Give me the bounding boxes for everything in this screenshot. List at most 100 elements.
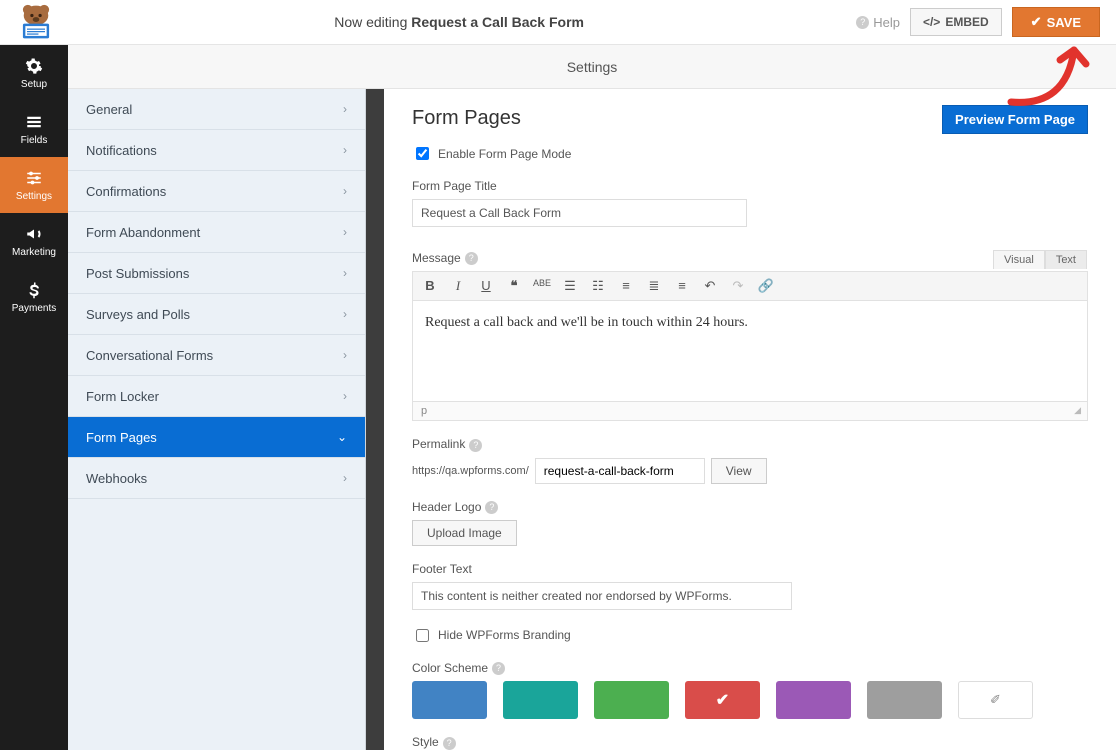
help-icon: ? [856, 16, 869, 29]
permalink-slug-input[interactable] [535, 458, 705, 484]
undo-icon[interactable]: ↶ [701, 278, 719, 294]
help-tooltip-icon[interactable]: ? [443, 737, 456, 750]
editor-tab-text[interactable]: Text [1045, 250, 1087, 269]
help-tooltip-icon[interactable]: ? [465, 252, 478, 265]
editor-tab-visual[interactable]: Visual [993, 250, 1045, 269]
settings-item-webhooks[interactable]: Webhooks › [68, 458, 365, 499]
color-swatch-red[interactable]: ✔ [685, 681, 760, 719]
gear-icon [25, 57, 43, 75]
s-label: Conversational Forms [86, 348, 213, 363]
settings-item-conversational[interactable]: Conversational Forms › [68, 335, 365, 376]
s-label: Notifications [86, 143, 157, 158]
color-scheme-label: Color Scheme? [412, 661, 1088, 675]
message-label: Message? [412, 251, 1088, 265]
save-button[interactable]: ✔ SAVE [1012, 7, 1100, 37]
color-swatches: ✔ ✐ [412, 681, 1088, 719]
style-label: Style? [412, 735, 1088, 749]
nav-marketing-label: Marketing [12, 247, 56, 258]
nav-payments-label: Payments [12, 303, 56, 314]
hide-branding-checkbox[interactable] [416, 629, 429, 642]
editor-status-bar: p ◢ [413, 401, 1087, 420]
settings-item-form-pages[interactable]: Form Pages ⌄ [68, 417, 365, 458]
embed-button[interactable]: </> EMBED [910, 8, 1002, 36]
s-label: General [86, 102, 132, 117]
help-link[interactable]: ? Help [852, 15, 900, 30]
bullet-list-icon[interactable]: ☰ [561, 278, 579, 294]
help-tooltip-icon[interactable]: ? [469, 439, 482, 452]
redo-icon[interactable]: ↷ [729, 278, 747, 294]
nav-marketing[interactable]: Marketing [0, 213, 68, 269]
color-swatch-custom[interactable]: ✐ [958, 681, 1033, 719]
settings-item-surveys-polls[interactable]: Surveys and Polls› [68, 294, 365, 335]
chevron-right-icon: › [343, 348, 347, 362]
preview-form-page-button[interactable]: Preview Form Page [942, 105, 1088, 134]
quote-icon[interactable]: ❝ [505, 278, 523, 294]
color-swatch-teal[interactable] [503, 681, 578, 719]
strike-icon[interactable]: ABE [533, 278, 551, 294]
chevron-down-icon: ⌄ [337, 430, 347, 444]
number-list-icon[interactable]: ☷ [589, 278, 607, 294]
help-tooltip-icon[interactable]: ? [485, 501, 498, 514]
permalink-label: Permalink? [412, 437, 1088, 451]
link-icon[interactable]: 🔗 [757, 278, 775, 294]
resize-handle-icon[interactable]: ◢ [1074, 405, 1079, 417]
check-icon: ✔ [1031, 14, 1042, 30]
enable-form-page-label: Enable Form Page Mode [438, 147, 571, 161]
upload-image-button[interactable]: Upload Image [412, 520, 517, 546]
align-center-icon[interactable]: ≣ [645, 278, 663, 294]
settings-item-form-locker[interactable]: Form Locker › [68, 376, 365, 417]
chevron-right-icon: › [343, 143, 347, 157]
form-page-title-label: Form Page Title [412, 179, 1088, 193]
message-textarea[interactable]: Request a call back and we'll be in touc… [413, 301, 1087, 401]
dollar-icon [25, 281, 43, 299]
nav-setup[interactable]: Setup [0, 45, 68, 101]
s-label: Webhooks [86, 471, 147, 486]
form-page-title-input[interactable] [412, 199, 747, 227]
bullhorn-icon [25, 225, 43, 243]
bold-icon[interactable]: B [421, 278, 439, 294]
view-button[interactable]: View [711, 458, 767, 484]
left-nav: Setup Fields Settings Marketing Payments [0, 45, 68, 750]
chevron-right-icon: › [343, 102, 347, 116]
color-swatch-purple[interactable] [776, 681, 851, 719]
underline-icon[interactable]: U [477, 278, 495, 294]
now-editing-text: Now editing [334, 14, 407, 30]
help-label: Help [873, 15, 900, 30]
nav-fields-label: Fields [21, 135, 48, 146]
settings-item-general[interactable]: General › [68, 89, 365, 130]
footer-text-input[interactable] [412, 582, 792, 610]
s-label: Form Locker [86, 389, 159, 404]
enable-form-page-checkbox[interactable] [416, 147, 429, 160]
list-icon [25, 113, 43, 131]
color-swatch-blue[interactable] [412, 681, 487, 719]
form-area: Preview Form Page Form Pages Enable Form… [384, 89, 1116, 750]
editor-toolbar: B I U ❝ ABE ☰ ☷ ≡ ≣ ≡ ↶ ↷ 🔗 [413, 272, 1087, 301]
embed-label: EMBED [945, 15, 988, 29]
settings-item-form-abandonment[interactable]: Form Abandonment › [68, 212, 365, 253]
chevron-right-icon: › [343, 225, 347, 239]
settings-item-confirmations[interactable]: Confirmations› [68, 171, 365, 212]
italic-icon[interactable]: I [449, 278, 467, 294]
permalink-base: https://qa.wpforms.com/ [412, 465, 529, 477]
help-tooltip-icon[interactable]: ? [492, 662, 505, 675]
code-icon: </> [923, 15, 940, 29]
nav-settings[interactable]: Settings [0, 157, 68, 213]
s-label: Form Abandonment [86, 225, 200, 240]
s-label: Form Pages [86, 430, 157, 445]
color-swatch-green[interactable] [594, 681, 669, 719]
s-label: Surveys and Polls [86, 307, 190, 322]
nav-fields[interactable]: Fields [0, 101, 68, 157]
nav-setup-label: Setup [21, 79, 47, 90]
settings-item-notifications[interactable]: Notifications › [68, 130, 365, 171]
nav-payments[interactable]: Payments [0, 269, 68, 325]
topbar: Now editing Request a Call Back Form ? H… [0, 0, 1116, 45]
header-logo-label: Header Logo? [412, 500, 1088, 514]
chevron-right-icon: › [343, 471, 347, 485]
settings-item-post-submissions[interactable]: Post Submissions› [68, 253, 365, 294]
align-left-icon[interactable]: ≡ [617, 278, 635, 294]
chevron-right-icon: › [343, 389, 347, 403]
align-right-icon[interactable]: ≡ [673, 278, 691, 294]
chevron-right-icon: › [343, 266, 347, 280]
color-swatch-grey[interactable] [867, 681, 942, 719]
eyedropper-icon: ✐ [990, 692, 1001, 708]
